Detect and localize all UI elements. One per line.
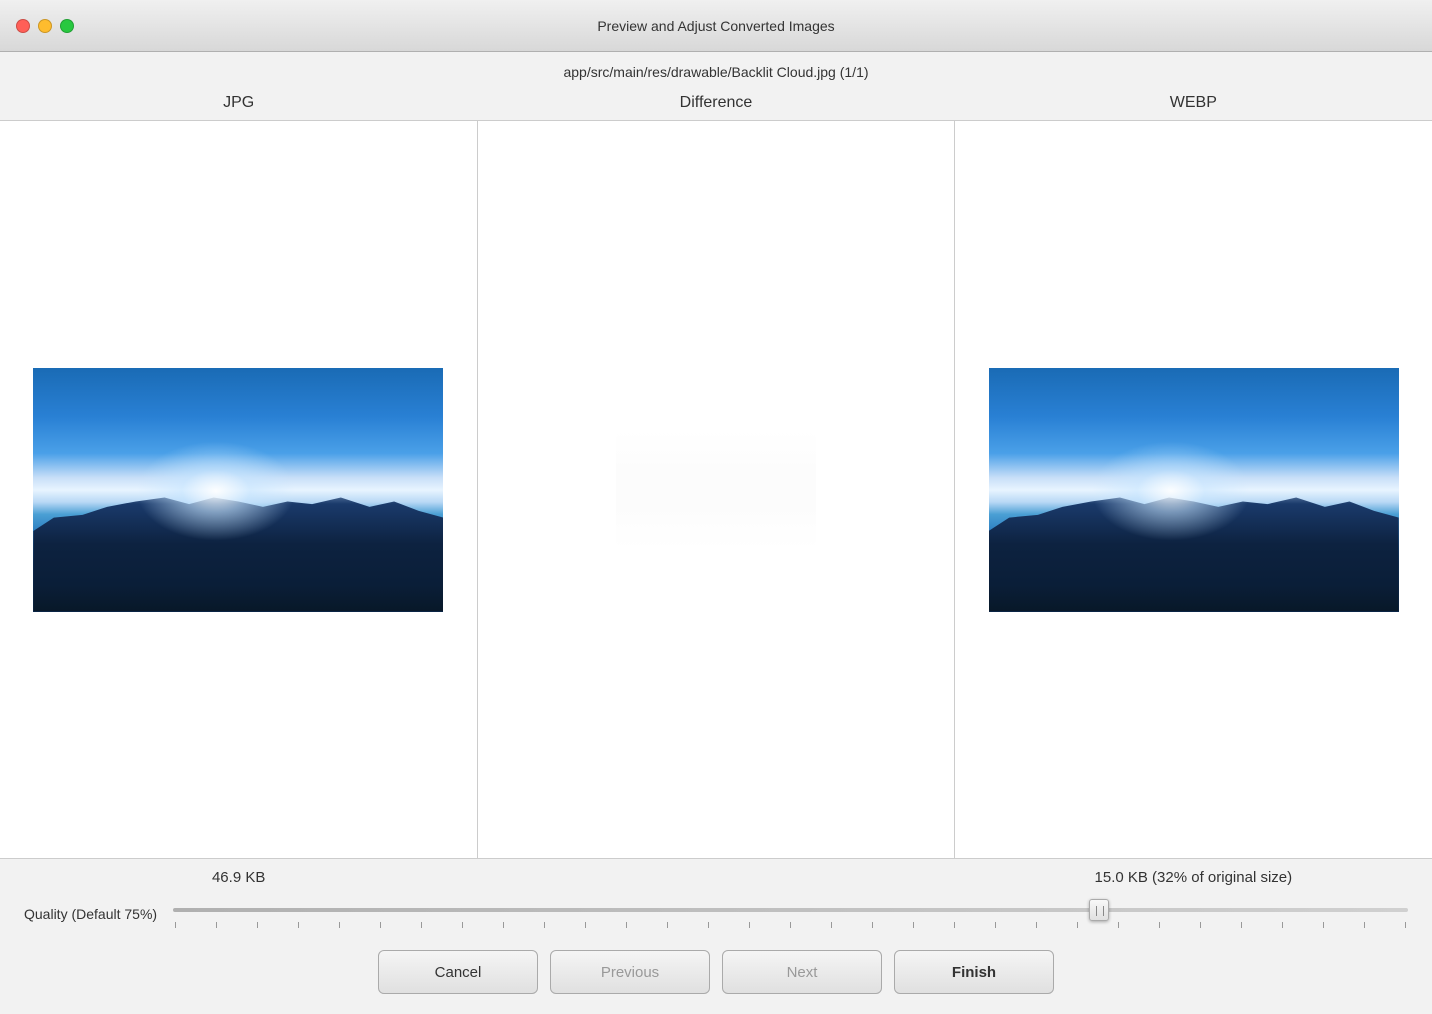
webp-image	[989, 368, 1399, 612]
tick-28	[1323, 922, 1324, 928]
tick-18	[913, 922, 914, 928]
tick-23	[1118, 922, 1119, 928]
tick-6	[421, 922, 422, 928]
slider-track-area[interactable]	[173, 900, 1408, 920]
slider-track	[173, 908, 1408, 912]
tick-30	[1405, 922, 1406, 928]
tick-16	[831, 922, 832, 928]
tick-8	[503, 922, 504, 928]
diff-visualization	[616, 430, 816, 550]
tick-21	[1036, 922, 1037, 928]
tick-5	[380, 922, 381, 928]
tick-4	[339, 922, 340, 928]
tick-7	[462, 922, 463, 928]
close-button[interactable]	[16, 19, 30, 33]
bottom-bar: Cancel Previous Next Finish	[0, 936, 1432, 1014]
slider-ticks	[173, 922, 1408, 928]
difference-size-placeholder	[477, 869, 954, 886]
cancel-button[interactable]: Cancel	[378, 950, 538, 994]
title-bar: Preview and Adjust Converted Images	[0, 0, 1432, 52]
difference-image	[616, 415, 816, 565]
tick-10	[585, 922, 586, 928]
next-button[interactable]: Next	[722, 950, 882, 994]
tick-29	[1364, 922, 1365, 928]
jpg-file-size: 46.9 KB	[0, 869, 477, 886]
tick-3	[298, 922, 299, 928]
slider-thumb[interactable]	[1089, 899, 1109, 921]
tick-27	[1282, 922, 1283, 928]
tick-13	[708, 922, 709, 928]
tick-2	[257, 922, 258, 928]
tick-20	[995, 922, 996, 928]
quality-label: Quality (Default 75%)	[24, 906, 157, 922]
tick-12	[667, 922, 668, 928]
webp-column-header: WEBP	[955, 88, 1432, 120]
tick-17	[872, 922, 873, 928]
maximize-button[interactable]	[60, 19, 74, 33]
tick-19	[954, 922, 955, 928]
quality-slider-container[interactable]	[173, 900, 1408, 928]
tick-22	[1077, 922, 1078, 928]
file-sizes-row: 46.9 KB 15.0 KB (32% of original size)	[0, 859, 1432, 894]
tick-25	[1200, 922, 1201, 928]
tick-15	[790, 922, 791, 928]
jpg-image	[33, 368, 443, 612]
minimize-button[interactable]	[38, 19, 52, 33]
tick-0	[175, 922, 176, 928]
tick-11	[626, 922, 627, 928]
window-controls	[16, 19, 74, 33]
column-headers: JPG Difference WEBP	[0, 88, 1432, 120]
difference-panel	[478, 121, 955, 858]
webp-file-size: 15.0 KB (32% of original size)	[955, 869, 1432, 886]
tick-14	[749, 922, 750, 928]
finish-button[interactable]: Finish	[894, 950, 1054, 994]
previous-button[interactable]: Previous	[550, 950, 710, 994]
file-path: app/src/main/res/drawable/Backlit Cloud.…	[0, 52, 1432, 88]
tick-26	[1241, 922, 1242, 928]
difference-column-header: Difference	[477, 88, 954, 120]
tick-9	[544, 922, 545, 928]
tick-1	[216, 922, 217, 928]
quality-row: Quality (Default 75%)	[0, 894, 1432, 936]
image-comparison-area	[0, 120, 1432, 859]
jpg-panel	[0, 121, 477, 858]
content-area: app/src/main/res/drawable/Backlit Cloud.…	[0, 52, 1432, 1014]
jpg-column-header: JPG	[0, 88, 477, 120]
window-title: Preview and Adjust Converted Images	[597, 18, 834, 34]
webp-panel	[955, 121, 1432, 858]
tick-24	[1159, 922, 1160, 928]
